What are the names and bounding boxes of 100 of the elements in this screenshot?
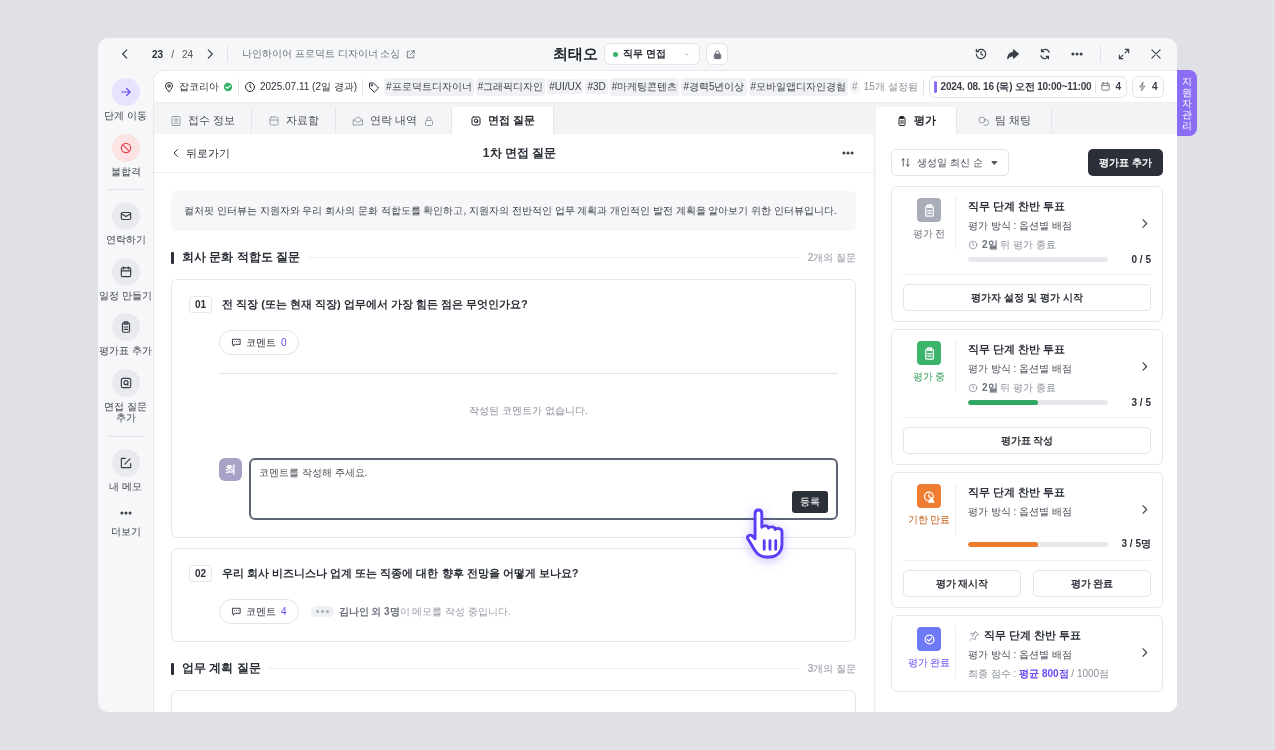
keyword-tag: #그래픽디자인 xyxy=(475,77,546,96)
evaluation-method: 평가 방식 : 옵션별 배점 xyxy=(968,362,1073,376)
sidebar-action[interactable]: 불합격 xyxy=(98,133,153,177)
chat-bubbles-icon xyxy=(977,114,989,127)
close-icon xyxy=(1149,47,1163,61)
schedule-box[interactable]: 2024. 08. 16 (목) 오전 10:00~11:00 4 xyxy=(928,75,1127,98)
sort-dropdown[interactable]: 생성일 최신 순 xyxy=(891,149,1009,176)
card-title: 직무 단계 찬반 투표 xyxy=(968,342,1066,357)
stage-dropdown[interactable]: 직무 면접 xyxy=(604,43,700,65)
final-score: 최종 점수 : 평균 800점 / 1000점 xyxy=(968,667,1111,681)
question-number: 02 xyxy=(189,565,213,582)
keyword-tag: #마케팅콘텐츠 xyxy=(609,77,680,96)
section-title: 회사 문화 적합도 질문 xyxy=(182,249,300,266)
section-title: 업무 계획 질문 xyxy=(182,660,261,677)
question-text: 전 직장 (또는 현재 직장) 업무에서 가장 힘든 점은 무엇인가요? xyxy=(222,297,528,312)
evaluation-method: 평가 방식 : 옵션별 배점 xyxy=(968,648,1073,662)
avatar: 최 xyxy=(219,458,242,481)
keyword-tag: #UI/UX xyxy=(547,79,584,94)
status-label: 기한 만료 xyxy=(907,513,951,527)
mail-icon xyxy=(118,209,133,223)
card-title: 직무 단계 찬반 투표 xyxy=(968,199,1066,214)
speech-bubble-icon xyxy=(231,606,242,617)
lock-icon xyxy=(711,48,723,60)
current-position: 23 xyxy=(152,48,164,60)
sidebar-action[interactable]: 내 메모 xyxy=(98,448,153,492)
sidebar-action[interactable]: 평가표 추가 xyxy=(98,313,153,357)
card-action-button[interactable]: 평가표 작성 xyxy=(903,427,1151,454)
evaluation-method: 평가 방식 : 옵션별 배점 xyxy=(968,219,1073,233)
sidebar-action[interactable]: 연락하기 xyxy=(98,202,153,246)
add-evaluation-button[interactable]: 평가표 추가 xyxy=(1088,149,1163,176)
keyword-tag: #프로덕트디자이너 xyxy=(384,77,474,96)
comment-input[interactable]: 코멘트를 작성해 주세요. 등록 xyxy=(249,458,838,520)
card-title: 직무 단계 찬반 투표 xyxy=(968,485,1066,500)
external-link-icon xyxy=(405,48,417,60)
status-label: 평가 중 xyxy=(912,370,946,384)
calendar-icon xyxy=(1100,81,1112,92)
side-tab[interactable]: 지원자 관리 xyxy=(1177,70,1197,136)
sort-icon xyxy=(900,157,911,168)
deadline-text: 2일 뒤 평가 종료 xyxy=(982,381,1056,395)
lock-button[interactable] xyxy=(706,43,728,65)
location-icon xyxy=(163,80,175,93)
total-count: 24 xyxy=(181,48,194,60)
tag-count: 15개 설정됨 xyxy=(863,79,918,94)
refresh-icon xyxy=(1038,47,1052,61)
question-box-icon xyxy=(118,375,133,390)
progress-reading: 3 / 5 xyxy=(1130,397,1151,408)
tab[interactable]: 면접 질문 xyxy=(452,107,555,134)
submit-button[interactable]: 등록 xyxy=(792,491,828,513)
progress-reading: 0 / 5 xyxy=(1130,254,1151,265)
status-label: 평가 전 xyxy=(912,227,946,241)
card-action-button[interactable]: 평가 재시작 xyxy=(903,570,1021,597)
card-action-button[interactable]: 평가 완료 xyxy=(1033,570,1151,597)
question-count: 2개의 질문 xyxy=(807,250,856,265)
lightning-icon xyxy=(1136,81,1148,92)
count-box[interactable]: 4 xyxy=(1131,75,1164,98)
card-title: 직무 단계 찬반 투표 xyxy=(984,628,1082,643)
tag-icon xyxy=(368,80,381,93)
share-icon xyxy=(1006,47,1020,61)
question-number: 01 xyxy=(189,296,213,313)
archive-icon xyxy=(268,114,281,127)
clock-icon xyxy=(244,80,256,93)
job-link[interactable]: 나인하이어 프로덕트 디자이너 소싱 xyxy=(242,47,417,61)
clipboard-icon xyxy=(896,114,908,127)
candidate-name: 최태오 xyxy=(553,44,598,64)
question-count: 3개의 질문 xyxy=(807,661,856,676)
intro-text: 컬처핏 인터뷰는 지원자와 우리 회사의 문화 적합도를 확인하고, 지원자의 전반적인 업무 계획과 개인적인 발전 계획을 알아보기 위한 인터뷰입니다. xyxy=(171,191,856,231)
keyword-tag: #3D xyxy=(585,79,608,94)
clock-icon xyxy=(968,240,978,250)
speech-bubble-icon xyxy=(231,337,242,348)
question-box-icon xyxy=(470,114,483,127)
status-label: 평가 완료 xyxy=(907,656,951,670)
typing-indicator-icon xyxy=(310,606,334,617)
expand-icon xyxy=(1117,47,1131,61)
tab[interactable]: 평가 xyxy=(876,107,957,134)
empty-comments-note: 작성된 코멘트가 없습니다. xyxy=(468,404,589,418)
keyword-tag: # xyxy=(850,79,860,94)
applied-date: 2025.07.11 (2일 경과) xyxy=(260,79,358,94)
edit-icon xyxy=(118,455,133,470)
source-label: 잡코리아 xyxy=(179,79,219,94)
question-text: 우리 회사 비즈니스나 업계 또는 직종에 대한 향후 전망을 어떻게 보나요? xyxy=(222,566,579,581)
progress-reading: 3 / 5명 xyxy=(1120,537,1151,551)
typing-status: 김나인 외 3명이 메모를 작성 중입니다. xyxy=(338,604,511,619)
calendar-icon xyxy=(118,264,133,279)
page-title: 1차 면접 질문 xyxy=(482,144,557,162)
card-action-button[interactable]: 평가자 설정 및 평가 시작 xyxy=(903,284,1151,311)
arrow-right-icon xyxy=(118,85,133,99)
sidebar-action[interactable]: 더보기 xyxy=(98,504,153,538)
ban-icon xyxy=(118,140,133,155)
sidebar-action[interactable]: 일정 만들기 xyxy=(98,257,153,301)
evaluation-method: 평가 방식 : 옵션별 배점 xyxy=(968,505,1073,519)
keyword-tag: #모바일앱디자인경험 xyxy=(748,77,849,96)
sidebar-action[interactable]: 면접 질문 추가 xyxy=(98,368,153,424)
position-separator: / xyxy=(171,48,174,60)
clock-icon xyxy=(968,383,978,393)
sidebar-action[interactable]: 단계 이동 xyxy=(98,78,153,122)
back-button[interactable]: 뒤로가기 xyxy=(170,145,230,161)
keyword-tag: #경력5년이상 xyxy=(681,77,747,96)
person-card-icon xyxy=(170,114,182,127)
envelope-icon xyxy=(352,114,365,127)
deadline-text: 2일 뒤 평가 종료 xyxy=(982,238,1056,252)
